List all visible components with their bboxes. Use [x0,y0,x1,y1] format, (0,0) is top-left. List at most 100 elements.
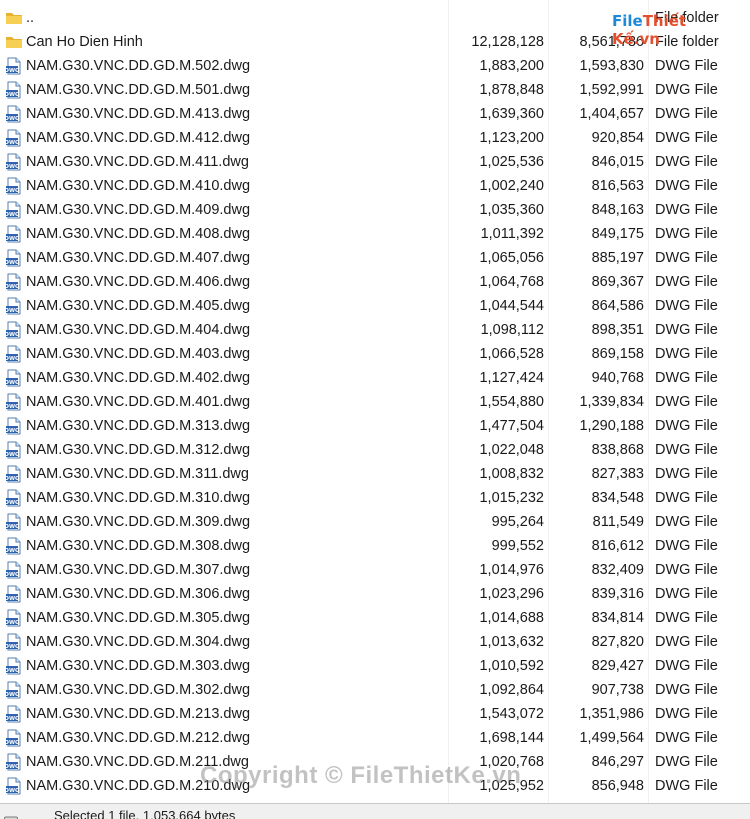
dwg-file-icon: DWG [4,681,23,699]
dwg-file-icon: DWG [4,321,23,339]
status-text: Selected 1 file, 1,053,664 bytes [54,808,236,819]
list-item[interactable]: DWG NAM.G30.VNC.DD.GD.M.304.dwg 1,013,632 8… [0,630,750,654]
file-type: DWG File [655,322,718,338]
file-size: 1,883,200 [479,58,544,74]
file-size: 1,698,144 [479,730,544,746]
list-item[interactable]: DWG NAM.G30.VNC.DD.GD.M.211.dwg 1,020,768 8… [0,750,750,774]
file-packed-size: 834,548 [591,490,644,506]
file-packed-size: 829,427 [591,658,644,674]
file-name: NAM.G30.VNC.DD.GD.M.313.dwg [26,418,251,434]
file-size: 1,639,360 [479,106,544,122]
svg-text:DWG: DWG [5,572,20,578]
svg-text:DWG: DWG [5,764,20,770]
file-type: DWG File [655,250,718,266]
file-packed-size: 834,814 [591,610,644,626]
list-item[interactable]: DWG NAM.G30.VNC.DD.GD.M.307.dwg 1,014,976 8… [0,558,750,582]
file-size: 1,098,112 [480,322,544,338]
list-item[interactable]: DWG NAM.G30.VNC.DD.GD.M.310.dwg 1,015,232 8… [0,486,750,510]
svg-text:DWG: DWG [5,332,20,338]
list-item[interactable]: DWG NAM.G30.VNC.DD.GD.M.407.dwg 1,065,056 8… [0,246,750,270]
file-size: 1,127,424 [479,370,544,386]
svg-text:DWG: DWG [5,380,20,386]
file-type: DWG File [655,730,718,746]
list-item[interactable]: DWG NAM.G30.VNC.DD.GD.M.212.dwg 1,698,144 1… [0,726,750,750]
file-size: 1,010,592 [479,658,544,674]
dwg-file-icon: DWG [4,777,23,795]
file-name: NAM.G30.VNC.DD.GD.M.412.dwg [26,130,251,146]
file-type: DWG File [655,490,718,506]
file-name: NAM.G30.VNC.DD.GD.M.312.dwg [26,442,251,458]
file-size: 1,015,232 [479,490,544,506]
list-item[interactable]: DWG NAM.G30.VNC.DD.GD.M.210.dwg 1,025,952 8… [0,774,750,798]
dwg-file-icon: DWG [4,129,23,147]
list-item[interactable]: DWG NAM.G30.VNC.DD.GD.M.305.dwg 1,014,688 8… [0,606,750,630]
list-item[interactable]: DWG NAM.G30.VNC.DD.GD.M.411.dwg 1,025,536 8… [0,150,750,174]
list-item[interactable]: DWG NAM.G30.VNC.DD.GD.M.303.dwg 1,010,592 8… [0,654,750,678]
list-item[interactable]: DWG NAM.G30.VNC.DD.GD.M.403.dwg 1,066,528 8… [0,342,750,366]
file-packed-size: 885,197 [591,250,644,266]
svg-text:DWG: DWG [5,596,20,602]
file-name: NAM.G30.VNC.DD.GD.M.406.dwg [26,274,251,290]
svg-text:DWG: DWG [5,548,20,554]
list-item[interactable]: DWG NAM.G30.VNC.DD.GD.M.406.dwg 1,064,768 8… [0,270,750,294]
file-name: NAM.G30.VNC.DD.GD.M.501.dwg [26,82,251,98]
list-item[interactable]: DWG NAM.G30.VNC.DD.GD.M.408.dwg 1,011,392 8… [0,222,750,246]
file-type: DWG File [655,370,718,386]
file-type: DWG File [655,394,718,410]
list-item[interactable]: DWG NAM.G30.VNC.DD.GD.M.213.dwg 1,543,072 1… [0,702,750,726]
list-item[interactable]: DWG NAM.G30.VNC.DD.GD.M.409.dwg 1,035,360 8… [0,198,750,222]
dwg-file-icon: DWG [4,369,23,387]
list-item[interactable]: DWG NAM.G30.VNC.DD.GD.M.311.dwg 1,008,832 8… [0,462,750,486]
list-item[interactable]: DWG NAM.G30.VNC.DD.GD.M.410.dwg 1,002,240 8… [0,174,750,198]
list-item[interactable]: DWG NAM.G30.VNC.DD.GD.M.412.dwg 1,123,200 9… [0,126,750,150]
file-packed-size: 1,592,991 [579,82,644,98]
svg-text:DWG: DWG [5,788,20,794]
list-item[interactable]: DWG NAM.G30.VNC.DD.GD.M.502.dwg 1,883,200 1… [0,54,750,78]
list-item[interactable]: DWG NAM.G30.VNC.DD.GD.M.413.dwg 1,639,360 1… [0,102,750,126]
file-packed-size: 1,593,830 [579,58,644,74]
file-type: DWG File [655,466,718,482]
file-packed-size: 846,297 [591,754,644,770]
file-size: 1,035,360 [479,202,544,218]
svg-text:DWG: DWG [5,308,20,314]
svg-text:DWG: DWG [5,236,20,242]
list-item[interactable]: DWG NAM.G30.VNC.DD.GD.M.405.dwg 1,044,544 8… [0,294,750,318]
file-size: 1,092,864 [479,682,544,698]
file-size: 1,025,536 [479,154,544,170]
list-item[interactable]: DWG NAM.G30.VNC.DD.GD.M.404.dwg 1,098,112 8… [0,318,750,342]
list-item[interactable]: DWG NAM.G30.VNC.DD.GD.M.309.dwg 995,264 811… [0,510,750,534]
dwg-file-icon: DWG [4,729,23,747]
file-packed-size: 1,351,986 [579,706,644,722]
file-name: NAM.G30.VNC.DD.GD.M.303.dwg [26,658,251,674]
svg-text:DWG: DWG [5,116,20,122]
column-separator [548,0,549,803]
file-name: NAM.G30.VNC.DD.GD.M.307.dwg [26,562,251,578]
list-item[interactable]: DWG NAM.G30.VNC.DD.GD.M.313.dwg 1,477,504 1… [0,414,750,438]
list-item[interactable]: DWG NAM.G30.VNC.DD.GD.M.402.dwg 1,127,424 9… [0,366,750,390]
list-item[interactable]: DWG NAM.G30.VNC.DD.GD.M.312.dwg 1,022,048 8… [0,438,750,462]
file-type: DWG File [655,442,718,458]
dwg-file-icon: DWG [4,441,23,459]
file-type: DWG File [655,778,718,794]
file-list[interactable]: .. File folder Can Ho Dien Hinh 12,128,128 8… [0,6,750,798]
file-packed-size: 816,563 [591,178,644,194]
file-size: 1,013,632 [479,634,544,650]
file-name: NAM.G30.VNC.DD.GD.M.306.dwg [26,586,251,602]
list-item[interactable]: DWG NAM.G30.VNC.DD.GD.M.308.dwg 999,552 816… [0,534,750,558]
dwg-file-icon: DWG [4,393,23,411]
file-packed-size: 864,586 [591,298,644,314]
column-separator [448,0,449,803]
file-packed-size: 846,015 [591,154,644,170]
file-type: DWG File [655,346,718,362]
list-item[interactable]: DWG NAM.G30.VNC.DD.GD.M.401.dwg 1,554,880 1… [0,390,750,414]
file-packed-size: 920,854 [591,130,644,146]
list-item[interactable]: DWG NAM.G30.VNC.DD.GD.M.501.dwg 1,878,848 1… [0,78,750,102]
file-name: NAM.G30.VNC.DD.GD.M.210.dwg [26,778,251,794]
dwg-file-icon: DWG [4,465,23,483]
file-packed-size: 869,367 [591,274,644,290]
list-item[interactable]: DWG NAM.G30.VNC.DD.GD.M.302.dwg 1,092,864 9… [0,678,750,702]
file-size: 1,008,832 [479,466,544,482]
svg-text:DWG: DWG [5,692,20,698]
list-item[interactable]: DWG NAM.G30.VNC.DD.GD.M.306.dwg 1,023,296 8… [0,582,750,606]
svg-text:DWG: DWG [5,428,20,434]
